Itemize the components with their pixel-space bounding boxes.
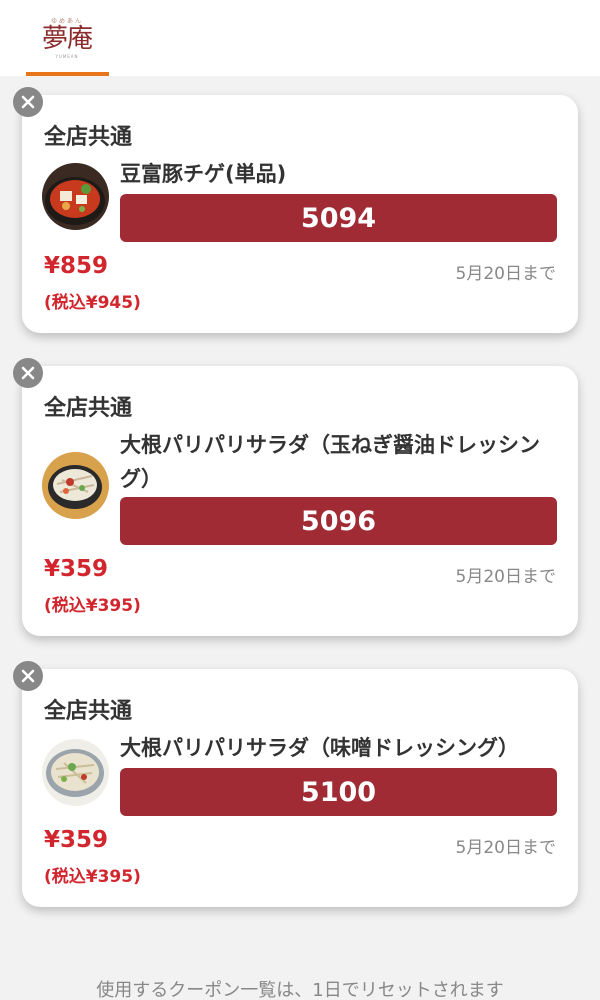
- coupon-price: ¥359: [44, 827, 109, 853]
- coupon-area: 全店共通: [44, 125, 133, 150]
- remove-coupon-button[interactable]: [13, 358, 43, 388]
- coupon-area: 全店共通: [44, 396, 133, 421]
- coupon-code-button[interactable]: 5096: [120, 497, 557, 545]
- daikon-salad-icon: [42, 739, 109, 806]
- logo-text: 夢庵: [41, 24, 93, 54]
- active-tab-indicator: [26, 72, 109, 76]
- close-icon: [21, 366, 35, 380]
- app-header: ゆめあん 夢庵 YUMEAN: [0, 0, 600, 76]
- coupon-item-name: 大根パリパリサラダ（味噌ドレッシング）: [120, 736, 519, 760]
- daikon-salad-icon: [42, 452, 109, 519]
- remove-coupon-button[interactable]: [13, 87, 43, 117]
- coupon-price: ¥859: [44, 253, 109, 279]
- dish-thumbnail: [42, 452, 109, 519]
- dish-thumbnail: [42, 163, 109, 230]
- coupon-card: 全店共通 豆富豚チゲ(単品) 5094 ¥859 (税込¥945) 5月20日ま…: [22, 95, 578, 333]
- close-icon: [21, 95, 35, 109]
- close-icon: [21, 669, 35, 683]
- dish-thumbnail: [42, 739, 109, 806]
- coupon-code-button[interactable]: 5094: [120, 194, 557, 242]
- coupon-item-name: 大根パリパリサラダ（玉ねぎ醤油ドレッシング）: [120, 433, 540, 491]
- coupon-expiry: 5月20日まで: [455, 838, 556, 858]
- brand-logo[interactable]: ゆめあん 夢庵 YUMEAN: [26, 8, 108, 68]
- remove-coupon-button[interactable]: [13, 661, 43, 691]
- coupon-price-tax: (税込¥945): [44, 293, 141, 313]
- coupon-card: 全店共通 大根パリパリサラダ（玉ねぎ醤油ドレッシング） 5096 ¥359 (税…: [22, 366, 578, 636]
- coupon-expiry: 5月20日まで: [455, 264, 556, 284]
- logo-sub: YUMEAN: [55, 54, 79, 59]
- coupon-price: ¥359: [44, 556, 109, 582]
- reset-notice: 使用するクーポン一覧は、1日でリセットされます: [96, 980, 504, 1000]
- coupon-code-button[interactable]: 5100: [120, 768, 557, 816]
- coupon-expiry: 5月20日まで: [455, 567, 556, 587]
- logo-ruby: ゆめあん: [50, 18, 83, 25]
- coupon-card: 全店共通 大根パリパリサラダ（味噌ドレッシング） 5100 ¥359 (税込¥3…: [22, 669, 578, 907]
- coupon-area: 全店共通: [44, 699, 133, 724]
- coupon-price-tax: (税込¥395): [44, 596, 141, 616]
- chige-dish-icon: [42, 163, 109, 230]
- coupon-item-name: 豆富豚チゲ(単品): [120, 162, 287, 186]
- coupon-price-tax: (税込¥395): [44, 867, 141, 887]
